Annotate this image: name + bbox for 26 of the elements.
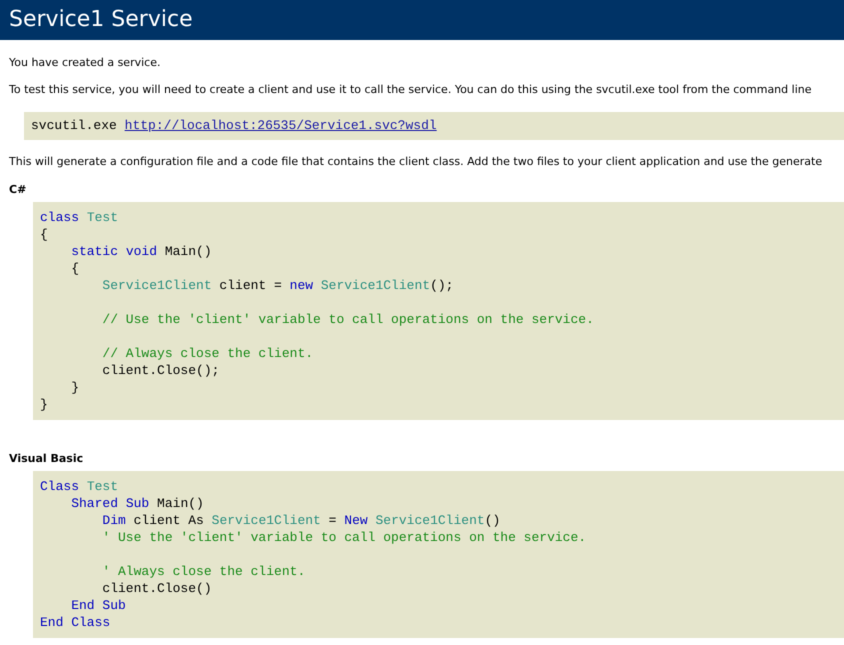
code-line: Class Test (40, 478, 118, 495)
code-line: Dim client As Service1Client = New Service1Client() (102, 512, 500, 529)
code-line: // Use the 'client' variable to call operations on the service. (102, 311, 594, 328)
code-line: Shared Sub Main() (71, 495, 204, 512)
language-heading: C# (9, 183, 26, 197)
code-line: class Test (40, 209, 118, 226)
code-line: client.Close() (102, 580, 212, 597)
intro-text: You have created a service. (9, 56, 160, 70)
code-line: End Sub (71, 597, 126, 614)
code-line: ' Always close the client. (102, 563, 306, 580)
code-line: End Class (40, 614, 110, 631)
intro-text: To test this service, you will need to create a client and use it to call the service. You can do this using the svcutil.exe tool from the command line (9, 83, 812, 97)
code-line: { (71, 260, 80, 277)
code-line: { (40, 226, 48, 243)
code-line: } (71, 379, 80, 396)
code-line: client.Close(); (102, 362, 220, 379)
command-text: svcutil.exe (31, 118, 117, 133)
language-heading: Visual Basic (9, 452, 84, 466)
instruction-text: This will generate a configuration file and a code file that contains the client class. Add the two files to your client application and use the generate (9, 155, 822, 169)
code-line: // Always close the client. (102, 345, 314, 362)
wsdl-link[interactable]: http://localhost:26535/Service1.svc?wsdl (124, 118, 437, 133)
code-line: } (40, 396, 48, 413)
code-line: Service1Client client = new Service1Client(); (102, 277, 454, 294)
code-line: ' Use the 'client' variable to call operations on the service. (102, 529, 586, 546)
code-line: static void Main() (71, 243, 212, 260)
page-title: Service1 Service (9, 6, 193, 34)
